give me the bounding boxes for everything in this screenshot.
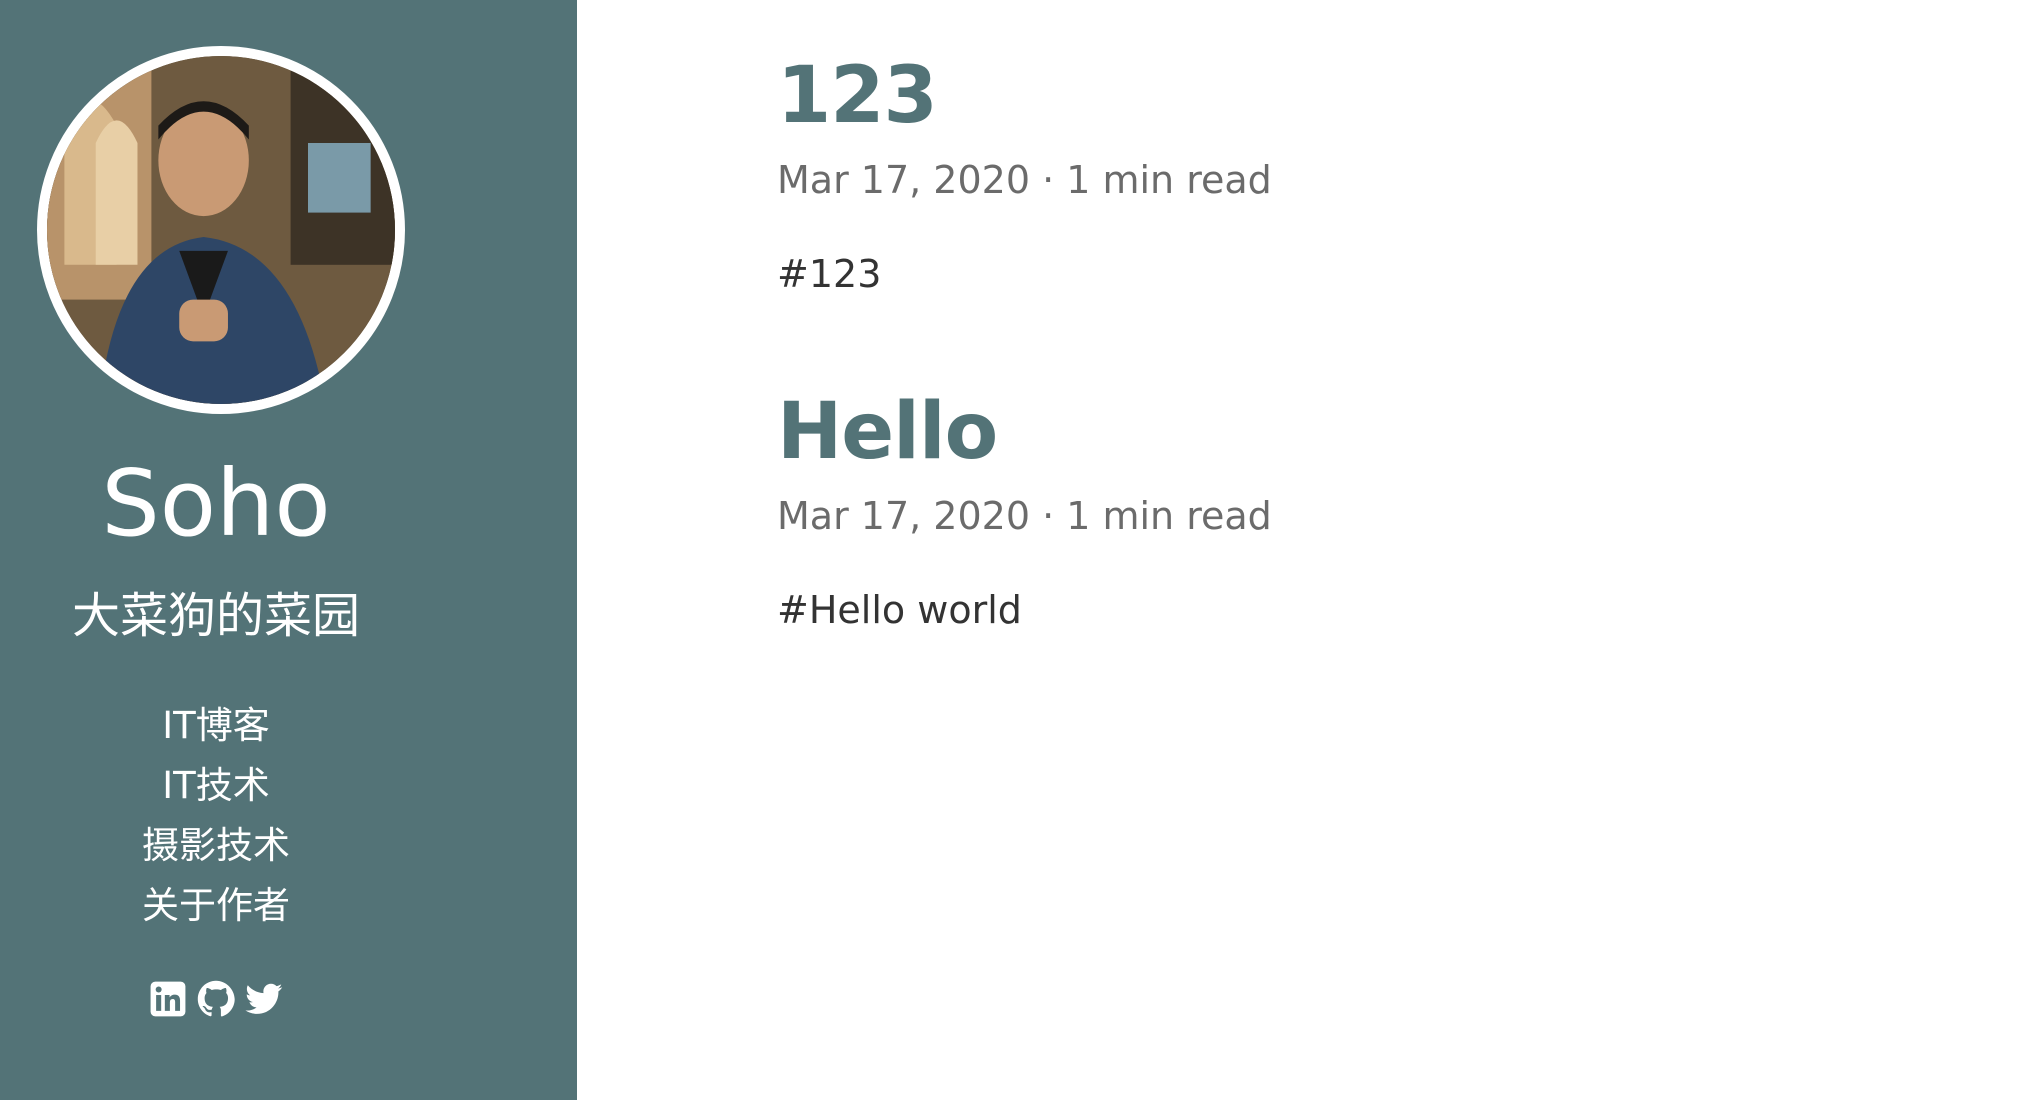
sidebar: Soho 大菜狗的菜园 IT博客 IT技术 摄影技术 关于作者 [0,0,577,1100]
post-list: 123 Mar 17, 2020 · 1 min read #123 Hello… [777,40,1977,638]
post-meta: Mar 17, 2020 · 1 min read [777,494,1272,538]
linkedin-icon[interactable] [149,980,187,1018]
page: Soho 大菜狗的菜园 IT博客 IT技术 摄影技术 关于作者 123 Mar … [0,0,2040,1100]
nav-item-it-tech[interactable]: IT技术 [0,756,432,816]
post-excerpt: #Hello world [777,588,1022,632]
nav-item-about-author[interactable]: 关于作者 [0,876,432,936]
avatar-photo [47,56,395,404]
twitter-icon[interactable] [245,980,283,1018]
post-title[interactable]: 123 [777,40,1977,152]
social-links [0,980,432,1018]
post-meta: Mar 17, 2020 · 1 min read [777,158,1272,202]
nav-item-it-blog[interactable]: IT博客 [0,696,432,756]
github-icon[interactable] [197,980,235,1018]
post-item: Hello Mar 17, 2020 · 1 min read #Hello w… [777,376,1977,638]
site-title[interactable]: Soho [0,448,432,560]
site-subtitle: 大菜狗的菜园 [71,588,360,644]
sidebar-nav: IT博客 IT技术 摄影技术 关于作者 [0,696,432,936]
avatar[interactable] [37,46,405,414]
post-excerpt: #123 [777,252,882,296]
post-title[interactable]: Hello [777,376,1977,488]
nav-item-photography[interactable]: 摄影技术 [0,816,432,876]
post-item: 123 Mar 17, 2020 · 1 min read #123 [777,40,1977,302]
